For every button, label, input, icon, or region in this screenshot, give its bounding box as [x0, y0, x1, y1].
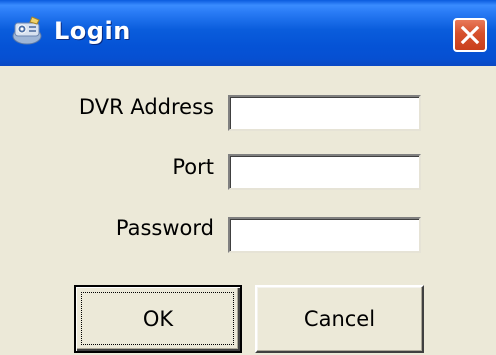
title-bar[interactable]: Login [0, 0, 496, 66]
password-input[interactable] [228, 217, 421, 253]
dvr-app-icon [10, 14, 44, 48]
dvr-address-input[interactable] [228, 95, 421, 131]
close-button[interactable] [453, 18, 487, 52]
port-label: Port [172, 155, 214, 179]
port-input[interactable] [228, 154, 421, 190]
ok-button-label: OK [142, 307, 174, 331]
dialog-body: DVR Address Port Password OK Cancel [0, 66, 496, 355]
password-label: Password [115, 216, 214, 240]
dvr-address-label: DVR Address [78, 95, 214, 119]
cancel-button[interactable]: Cancel [255, 285, 424, 353]
ok-button[interactable]: OK [74, 285, 242, 353]
window-title: Login [54, 17, 131, 45]
login-dialog: Login DVR Address Port Password OK Cance… [0, 0, 496, 355]
